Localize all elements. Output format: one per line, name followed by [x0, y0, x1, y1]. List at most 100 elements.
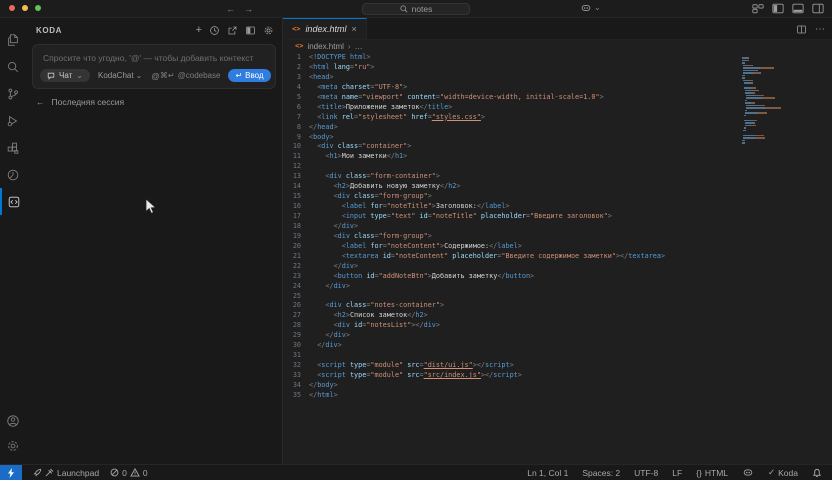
- zoom-window-button[interactable]: [35, 5, 41, 11]
- minimap-line: [745, 125, 804, 127]
- customize-layout-icon[interactable]: [752, 3, 764, 14]
- explorer-icon[interactable]: [0, 26, 26, 53]
- send-button[interactable]: ↵ Ввод: [228, 69, 270, 82]
- back-arrow-icon: ←: [36, 97, 45, 107]
- code-line: 20 <label for="noteContent">Содержимое:<…: [283, 242, 762, 252]
- lightning-icon: [7, 468, 15, 478]
- panel-title: KODA: [36, 26, 62, 35]
- source-control-icon[interactable]: [0, 80, 26, 107]
- send-label: Ввод: [245, 71, 263, 80]
- chevron-down-icon: ⌄: [76, 72, 83, 80]
- minimap-line: [744, 82, 804, 84]
- code-line: 11 <h1>Мои заметки</h1>: [283, 152, 762, 162]
- search-icon: [400, 5, 408, 13]
- encoding-status[interactable]: UTF-8: [634, 468, 658, 478]
- minimap[interactable]: [742, 57, 804, 145]
- toggle-primary-sidebar-icon[interactable]: [772, 3, 784, 14]
- koda-status-label: Koda: [778, 468, 798, 478]
- warnings-icon: [130, 468, 140, 477]
- copilot-status-icon[interactable]: [742, 467, 754, 478]
- title-bar: ← → notes ⌄: [0, 0, 832, 18]
- code-line: 32 <script type="module" src="dist/ui.js…: [283, 361, 762, 371]
- run-debug-icon[interactable]: [0, 107, 26, 134]
- chat-input-card[interactable]: Спросите что угодно, '@' — чтобы добавит…: [32, 44, 276, 89]
- koda-chat-icon[interactable]: [0, 188, 26, 215]
- launchpad-label: Launchpad: [57, 468, 99, 478]
- minimap-line: [743, 67, 804, 69]
- split-editor-icon[interactable]: [796, 24, 807, 35]
- close-tab-icon[interactable]: ×: [351, 24, 356, 34]
- new-chat-icon[interactable]: +: [196, 24, 202, 36]
- more-actions-icon[interactable]: ⋯: [815, 24, 825, 35]
- account-icon[interactable]: [0, 408, 26, 433]
- editor-group: <> index.html × ⋯ <> index.html › … 1<!D…: [283, 18, 832, 464]
- chat-mode-selector[interactable]: Чат ⌄: [40, 69, 90, 82]
- cursor-position-status[interactable]: Ln 1, Col 1: [527, 468, 568, 478]
- html-file-icon: <>: [295, 42, 303, 50]
- minimap-line: [742, 85, 804, 87]
- minimap-line: [742, 75, 804, 77]
- extensions-icon[interactable]: [0, 134, 26, 161]
- minimap-line: [745, 112, 804, 114]
- close-window-button[interactable]: [9, 5, 15, 11]
- language-status[interactable]: {} HTML: [696, 468, 728, 478]
- code-line: 27 <h2>Список заметок</h2>: [283, 311, 762, 321]
- code-line: 2<html lang="ru">: [283, 63, 762, 73]
- model-selector[interactable]: KodaChat ⌄: [98, 71, 142, 80]
- launchpad-status[interactable]: Launchpad: [33, 468, 99, 478]
- toggle-panel-icon[interactable]: [792, 3, 804, 14]
- minimap-line: [746, 95, 804, 97]
- remote-indicator[interactable]: [0, 465, 22, 480]
- last-session-label: Последняя сессия: [52, 97, 125, 107]
- settings-gear-icon[interactable]: [0, 433, 26, 458]
- code-line: 9<body>: [283, 133, 762, 143]
- minimap-line: [743, 130, 804, 132]
- tab-index-html[interactable]: <> index.html ×: [283, 18, 367, 39]
- split-panel-icon[interactable]: [245, 25, 256, 36]
- toggle-secondary-sidebar-icon[interactable]: [812, 3, 824, 14]
- eol-status[interactable]: LF: [672, 468, 682, 478]
- command-center-search[interactable]: notes: [362, 3, 470, 15]
- minimize-window-button[interactable]: [22, 5, 28, 11]
- code-editor[interactable]: 1<!DOCTYPE html>2<html lang="ru">3<head>…: [283, 53, 762, 401]
- code-line: 13 <div class="form-container">: [283, 172, 762, 182]
- notifications-bell-icon[interactable]: [812, 468, 822, 478]
- breadcrumb[interactable]: <> index.html › …: [283, 40, 832, 52]
- chat-mode-label: Чат: [59, 71, 72, 80]
- code-line: 4 <meta charset="UTF-8">: [283, 83, 762, 93]
- minimap-line: [746, 107, 804, 109]
- rocket-icon: [33, 468, 42, 477]
- code-line: 16 <label for="noteTitle">Заголовок:</la…: [283, 202, 762, 212]
- koda-status[interactable]: ✓ Koda: [768, 467, 798, 478]
- minimap-line: [743, 72, 804, 74]
- add-context-at-icon[interactable]: @: [151, 71, 160, 81]
- warnings-count: 0: [143, 468, 148, 478]
- search-sidebar-icon[interactable]: [0, 53, 26, 80]
- open-in-editor-icon[interactable]: [227, 25, 238, 36]
- minimap-line: [745, 102, 804, 104]
- codebase-shortcut[interactable]: ⌘↵ @codebase: [160, 71, 221, 80]
- code-line: 12: [283, 162, 762, 172]
- panel-settings-gear-icon[interactable]: [263, 25, 274, 36]
- minimap-line: [745, 122, 804, 124]
- indentation-status[interactable]: Spaces: 2: [582, 468, 620, 478]
- code-line: 17 <input type="text" id="noteTitle" pla…: [283, 212, 762, 222]
- breadcrumb-more: …: [355, 42, 363, 51]
- navigate-forward-icon[interactable]: →: [244, 4, 253, 14]
- copilot-menu[interactable]: ⌄: [580, 2, 601, 14]
- last-session-link[interactable]: ← Последняя сессия: [36, 97, 124, 107]
- code-line: 30 </div>: [283, 341, 762, 351]
- koda-icon[interactable]: [0, 161, 26, 188]
- minimap-line: [743, 65, 804, 67]
- window-controls: [9, 5, 41, 11]
- code-line: 19 <div class="form-group">: [283, 232, 762, 242]
- code-line: 14 <h2>Добавить новую заметку</h2>: [283, 182, 762, 192]
- minimap-line: [744, 87, 804, 89]
- problems-status[interactable]: 0 0: [110, 468, 147, 478]
- history-icon[interactable]: [209, 25, 220, 36]
- navigate-back-icon[interactable]: ←: [226, 4, 235, 14]
- minimap-line: [742, 142, 804, 144]
- model-label: KodaChat: [98, 71, 134, 80]
- tab-bar: <> index.html × ⋯: [283, 18, 832, 40]
- code-line: 29 </div>: [283, 331, 762, 341]
